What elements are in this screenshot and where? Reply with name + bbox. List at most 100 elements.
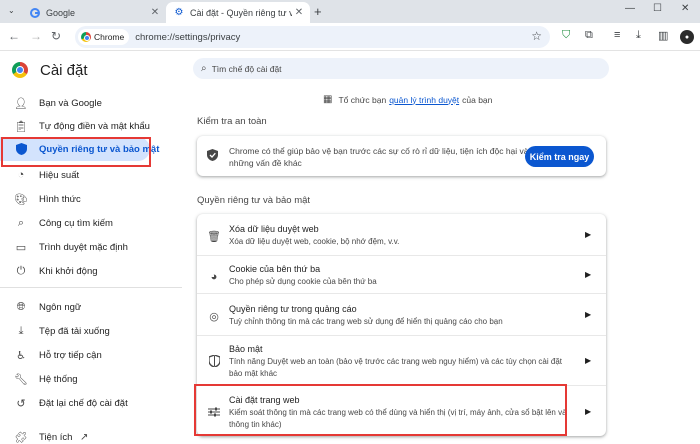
tab-title: Google [46,7,76,18]
highlight-box [194,384,567,436]
browser-icon: ▭ [15,241,27,254]
sidebar-item-languages[interactable]: 🌐︎ Ngôn ngữ [0,295,182,319]
download-toolbar-icon[interactable]: ⤓ [636,29,641,42]
tab-search-icon[interactable]: ⌄ [8,6,15,15]
sidebar-item-label: Trình duyệt mặc định [39,241,128,253]
sidebar-item-appearance[interactable]: 🎨︎ Hình thức [0,187,182,211]
sidebar-item-label: Tệp đã tải xuống [39,325,110,337]
safety-check-title: Kiểm tra an toàn [197,116,267,127]
managed-link[interactable]: quản lý trình duyệt [389,95,459,105]
tab-strip: ⌄ Google ✕ ⚙ Cài đặt - Quyền riêng tư và… [0,0,700,23]
minimize-icon[interactable]: — [625,3,635,14]
reload-icon[interactable]: ↻ [51,29,61,43]
row-ad-privacy[interactable]: ◎ Quyền riêng tư trong quảng cáo Tuỳ chỉ… [197,294,606,336]
sidebar-item-label: Khi khởi động [39,265,98,277]
sidebar-item-system[interactable]: 🔧︎ Hệ thống [0,367,182,391]
search-input[interactable] [211,63,572,74]
row-desc: Tính năng Duyệt web an toàn (bảo vệ trướ… [229,357,563,378]
address-bar[interactable]: Chrome chrome://settings/privacy ☆ [75,26,550,48]
cookie-icon: ◕ [210,271,218,283]
site-chip-label: Chrome [94,32,125,42]
sidebar-item-label: Ngôn ngữ [39,301,82,313]
sidebar-item-downloads[interactable]: ⤓ Tệp đã tải xuống [0,319,182,343]
chevron-right-icon: ▶ [585,356,592,365]
media-queue-icon[interactable]: ≡ [614,29,620,41]
globe-icon: 🌐︎ [16,300,26,313]
person-icon: 👤︎ [14,97,28,110]
sidebar-item-reset[interactable]: ↺ Đặt lại chế độ cài đặt [0,391,182,415]
security-shield-icon [207,354,221,368]
tab-google[interactable]: Google ✕ [16,2,166,23]
safety-check-card: Chrome có thể giúp bảo vệ bạn trước các … [197,136,606,176]
row-title: Cookie của bên thứ ba [229,264,321,274]
download-icon: ⤓ [18,324,24,337]
sidebar-item-performance[interactable]: ◔ Hiệu suất [0,163,182,187]
maximize-icon[interactable]: ☐ [653,3,662,14]
sidebar-item-label: Hiệu suất [39,169,80,181]
row-title: Quyền riêng tư trong quảng cáo [229,304,357,314]
accessibility-icon: ♿︎ [16,349,26,362]
open-external-icon: ↗ [80,431,89,443]
settings-search[interactable]: ⌕ [193,58,609,79]
toolbar: ← → ↻ Chrome chrome://settings/privacy ☆… [0,23,700,51]
bookmark-star-icon[interactable]: ☆ [531,29,542,43]
close-window-icon[interactable]: ✕ [681,3,689,14]
ads-privacy-icon: ◎ [209,310,219,323]
sidebar-item-label: Hình thức [39,193,81,205]
row-desc: Cho phép sử dụng cookie của bên thứ ba [229,277,377,286]
site-chip[interactable]: Chrome [78,29,130,45]
safety-check-text: Chrome có thể giúp bảo vệ bạn trước các … [229,146,529,168]
chrome-logo-icon [81,32,91,42]
sidebar-item-extensions[interactable]: 🧩︎ Tiện ích ↗ [0,425,182,444]
sidebar-item-label: Công cụ tìm kiếm [39,217,113,229]
chevron-right-icon: ▶ [585,407,592,416]
privacy-section-title: Quyền riêng tư và bảo mật [197,195,311,206]
tab-settings[interactable]: ⚙ Cài đặt - Quyền riêng tư và bảo mật ✕ [166,2,310,23]
trash-icon: 🗑︎ [207,230,221,243]
new-tab-icon[interactable]: + [314,4,322,19]
row-third-party-cookies[interactable]: ◕ Cookie của bên thứ ba Cho phép sử dụng… [197,256,606,294]
row-title: Xóa dữ liệu duyệt web [229,224,319,234]
chevron-right-icon: ▶ [585,310,592,319]
row-clear-browsing-data[interactable]: 🗑︎ Xóa dữ liệu duyệt web Xóa dữ liệu duy… [197,214,606,256]
wrench-icon: 🔧︎ [14,373,28,386]
row-title: Bảo mật [229,344,263,354]
search-icon: ⌕ [17,216,25,229]
sidebar-item-you-and-google[interactable]: 👤︎ Bạn và Google [0,91,182,115]
back-icon[interactable]: ← [8,29,20,43]
search-icon: ⌕ [201,63,207,74]
check-now-button[interactable]: Kiểm tra ngay [525,146,594,167]
palette-icon: 🎨︎ [14,193,28,206]
sidebar-item-default-browser[interactable]: ▭ Trình duyệt mặc định [0,235,182,259]
google-favicon-icon [30,7,40,18]
sidebar-item-accessibility[interactable]: ♿︎ Hỗ trợ tiếp cận [0,343,182,367]
speedometer-icon: ◔ [17,169,25,181]
row-desc: Tuỳ chỉnh thông tin mà các trang web sử … [229,317,503,326]
row-security[interactable]: Bảo mật Tính năng Duyệt web an toàn (bảo… [197,336,606,386]
chevron-right-icon: ▶ [585,230,592,239]
close-tab-icon[interactable]: ✕ [292,7,306,18]
building-icon: ▦ [323,94,333,105]
avatar[interactable]: ● [680,30,694,44]
clipboard-icon: 📋︎ [14,120,28,133]
sidebar-item-search-engine[interactable]: ⌕ Công cụ tìm kiếm [0,211,182,235]
sidebar-item-label: Tiện ích [39,431,73,443]
extension-shield-icon[interactable]: ⛉ [562,29,570,42]
side-panel-icon[interactable]: ▥ [658,29,668,42]
close-tab-icon[interactable]: ✕ [148,7,162,18]
sidebar-item-autofill[interactable]: 📋︎ Tự động điền và mật khẩu [0,114,182,138]
sidebar-item-label: Hệ thống [39,373,78,385]
page-title: Cài đặt [40,62,88,79]
extensions-puzzle-icon[interactable]: ⧉ [585,29,593,42]
chrome-logo-icon [12,62,28,78]
row-desc: Xóa dữ liệu duyệt web, cookie, bộ nhớ đệ… [229,237,400,246]
gear-icon: ⚙ [174,7,184,18]
chevron-right-icon: ▶ [585,270,592,279]
shield-check-icon [207,149,218,164]
sidebar-item-on-startup[interactable]: ⏻ Khi khởi động [0,259,182,283]
power-icon: ⏻ [16,264,26,277]
sidebar-divider [0,287,182,288]
sidebar-item-label: Đặt lại chế độ cài đặt [39,397,128,409]
forward-icon[interactable]: → [30,29,42,43]
url-text: chrome://settings/privacy [135,31,241,43]
